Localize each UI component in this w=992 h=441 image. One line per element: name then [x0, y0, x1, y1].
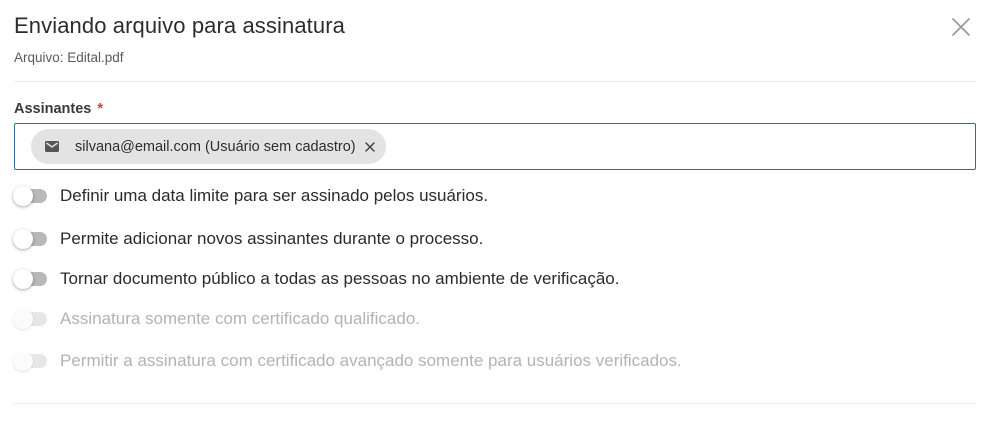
dialog-title: Enviando arquivo para assinatura	[14, 13, 345, 38]
option-deadline: Definir uma data limite para ser assinad…	[13, 186, 489, 206]
toggle-knob	[13, 351, 33, 371]
option-label: Tornar documento público a todas as pess…	[60, 269, 620, 288]
required-marker: *	[97, 101, 104, 117]
header-divider	[14, 81, 976, 82]
close-icon	[952, 18, 970, 36]
option-label: Permitir a assinatura com certificado av…	[60, 351, 682, 370]
file-name: Arquivo: Edital.pdf	[14, 50, 124, 65]
mail-icon	[45, 141, 59, 152]
option-qualified-certificate: Assinatura somente com certificado quali…	[13, 309, 421, 329]
toggle-knob	[13, 229, 33, 249]
qualified-certificate-toggle	[13, 309, 47, 329]
deadline-toggle[interactable]	[13, 186, 47, 206]
toggle-knob	[13, 186, 33, 206]
toggle-knob	[13, 269, 33, 289]
toggle-knob	[13, 309, 33, 329]
option-public-document: Tornar documento público a todas as pess…	[13, 269, 620, 289]
advanced-certificate-toggle	[13, 351, 47, 371]
option-advanced-certificate-verified: Permitir a assinatura com certificado av…	[13, 351, 682, 371]
public-document-toggle[interactable]	[13, 269, 47, 289]
remove-chip-icon[interactable]	[364, 141, 376, 153]
signer-chip[interactable]: silvana@email.com (Usuário sem cadastro)	[31, 129, 386, 164]
signers-label-text: Assinantes	[14, 101, 92, 117]
footer-divider	[14, 403, 976, 404]
signer-chip-label: silvana@email.com (Usuário sem cadastro)	[75, 138, 356, 155]
option-label: Permite adicionar novos assinantes duran…	[60, 229, 484, 248]
signers-input[interactable]: silvana@email.com (Usuário sem cadastro)	[14, 123, 976, 170]
send-for-signature-dialog: Enviando arquivo para assinatura Arquivo…	[0, 0, 992, 441]
signers-label: Assinantes *	[14, 101, 103, 117]
option-label: Definir uma data limite para ser assinad…	[60, 186, 489, 205]
add-signers-toggle[interactable]	[13, 229, 47, 249]
option-add-signers: Permite adicionar novos assinantes duran…	[13, 229, 484, 249]
option-label: Assinatura somente com certificado quali…	[60, 309, 421, 328]
close-button[interactable]	[950, 16, 972, 38]
